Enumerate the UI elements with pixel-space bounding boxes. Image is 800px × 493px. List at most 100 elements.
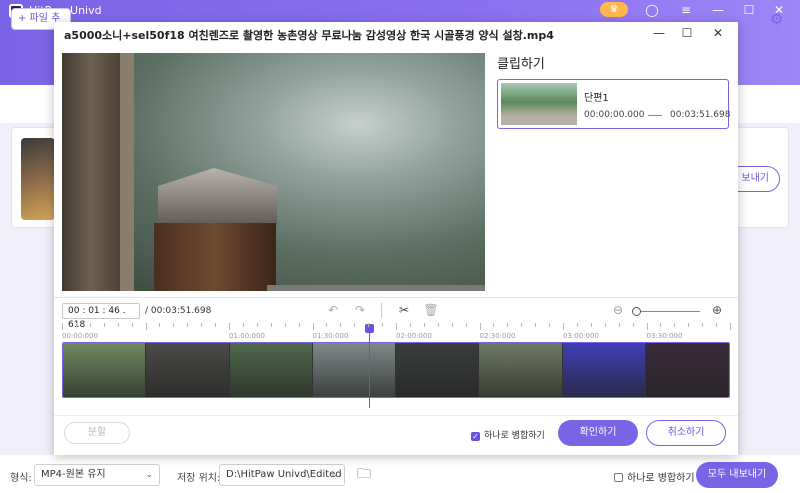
clip-heading: 클립하기 [497, 57, 545, 72]
ruler-tick [549, 323, 551, 327]
ruler-tick [270, 323, 272, 327]
zoom-slider-handle[interactable] [632, 307, 641, 316]
dialog-title: a5000소니+sel50f18 여친렌즈로 촬영한 농촌영상 무료나눔 감성영… [64, 29, 554, 42]
checkbox-icon[interactable] [614, 473, 623, 482]
segment-start-time: 00:00:00.000 [584, 110, 645, 120]
ruler-tick [396, 323, 397, 330]
segment-end-time: 00:03:51.698 [670, 110, 731, 120]
ruler-tick [382, 323, 384, 327]
format-select-value: MP4-원본 유지 [41, 469, 106, 480]
ruler-tick [159, 323, 161, 327]
clip-dialog: a5000소니+sel50f18 여친렌즈로 촬영한 농촌영상 무료나눔 감성영… [54, 22, 738, 455]
ruler-tick [409, 323, 411, 327]
premium-crown-icon[interactable]: ♛ [600, 2, 628, 17]
split-button[interactable]: 분할 [64, 422, 130, 444]
ruler-tick [688, 323, 690, 327]
segment-thumbnail [501, 83, 577, 125]
ruler-tick [604, 323, 606, 327]
ruler-tick-label: 02:30:000 [479, 332, 516, 340]
ruler-tick [632, 323, 634, 327]
ruler-tick [576, 323, 578, 327]
ruler-tick [340, 323, 342, 327]
timeline-frame [229, 343, 313, 397]
close-icon[interactable]: ✕ [709, 24, 727, 42]
save-location-value: D:\HitPaw Univd\Edited [226, 469, 342, 480]
ruler-tick [242, 323, 244, 327]
zoom-in-icon[interactable]: ⊕ [709, 302, 725, 318]
ruler-tick [493, 323, 495, 327]
ruler-tick [730, 323, 731, 330]
video-preview[interactable] [62, 53, 485, 291]
timeline-frame [562, 343, 646, 397]
merge-checkbox[interactable]: ✓ 하나로 병합하기 [471, 428, 545, 441]
confirm-button[interactable]: 확인하기 [558, 420, 638, 446]
redo-icon[interactable]: ↷ [352, 302, 368, 318]
timeline-filmstrip[interactable] [62, 342, 730, 398]
ruler-tick-label: 02:00:000 [396, 332, 432, 340]
checkbox-checked-icon[interactable]: ✓ [471, 432, 480, 441]
ruler-tick [201, 323, 203, 327]
save-location-label: 저장 위치: [177, 473, 221, 484]
ruler-tick [145, 323, 147, 330]
format-label: 형식: [10, 473, 32, 484]
ruler-tick [702, 323, 704, 327]
ruler-tick [173, 323, 175, 327]
ruler-tick [298, 323, 300, 327]
minimize-icon[interactable]: — [650, 24, 668, 42]
hardware-acceleration-icon[interactable]: ⚙ [770, 10, 788, 28]
ruler-tick [660, 323, 662, 327]
ruler-tick [437, 323, 439, 327]
ruler-tick [563, 323, 564, 330]
ruler-tick-label: 03:30:000 [646, 332, 683, 340]
segment-name: 단편1 [584, 93, 609, 104]
toolbar-separator [381, 303, 382, 318]
ruler-tick [284, 323, 286, 327]
timeline-frame [396, 343, 480, 397]
ruler-tick [479, 323, 481, 330]
ruler-tick [646, 323, 648, 330]
playhead-handle[interactable] [365, 324, 375, 333]
playhead[interactable] [369, 324, 371, 408]
ruler-tick-label: 01:30:000 [312, 332, 349, 340]
ruler-tick [187, 323, 189, 327]
ruler-tick [590, 323, 592, 327]
video-scene-frame [120, 53, 134, 291]
ruler-tick [229, 323, 230, 330]
chevron-down-icon: ⌄ [330, 470, 338, 480]
ruler-tick [62, 323, 63, 330]
divider [54, 297, 738, 298]
current-time-input[interactable]: 00 : 01 : 46 . 618 [62, 303, 140, 330]
ruler-tick [354, 323, 356, 327]
chevron-down-icon: ⌄ [145, 470, 153, 480]
cancel-button[interactable]: 취소하기 [646, 420, 726, 446]
video-scene-rail [267, 285, 485, 291]
menu-icon[interactable]: ≡ [679, 3, 693, 17]
ruler-tick [326, 323, 328, 327]
minimize-icon[interactable]: — [711, 3, 725, 17]
maximize-icon[interactable]: ☐ [742, 3, 756, 17]
video-scene-post [154, 223, 276, 291]
timeline-frame [63, 343, 147, 397]
ruler-tick-label: 03:00:000 [563, 332, 599, 340]
scissors-icon[interactable]: ✂ [396, 302, 412, 318]
format-select[interactable]: MP4-원본 유지 ⌄ [34, 464, 160, 486]
zoom-out-icon[interactable]: ⊖ [610, 302, 626, 318]
account-icon[interactable]: ◯ [645, 3, 659, 17]
zoom-slider-track[interactable] [636, 311, 700, 312]
undo-icon[interactable]: ↶ [325, 302, 341, 318]
ruler-tick [618, 323, 620, 327]
timeline-frame [479, 343, 563, 397]
merge-all-checkbox[interactable]: 하나로 병합하기 [614, 469, 695, 484]
ruler-tick-label: 01:00:000 [229, 332, 265, 340]
ruler-tick [103, 323, 105, 327]
export-all-button[interactable]: 모두 내보내기 [696, 462, 778, 488]
ruler-tick [256, 323, 258, 327]
maximize-icon[interactable]: ☐ [678, 24, 696, 42]
trash-icon[interactable]: 🗑 [423, 302, 439, 318]
folder-icon[interactable]: 🗀 [357, 466, 374, 482]
segment-card[interactable]: 단편1 00:00:00.000 00:03:51.698 [497, 79, 731, 129]
ruler-tick [368, 323, 370, 327]
timeline-frame [146, 343, 230, 397]
ruler-tick [507, 323, 509, 327]
save-location-select[interactable]: D:\HitPaw Univd\Edited ⌄ [219, 464, 345, 486]
